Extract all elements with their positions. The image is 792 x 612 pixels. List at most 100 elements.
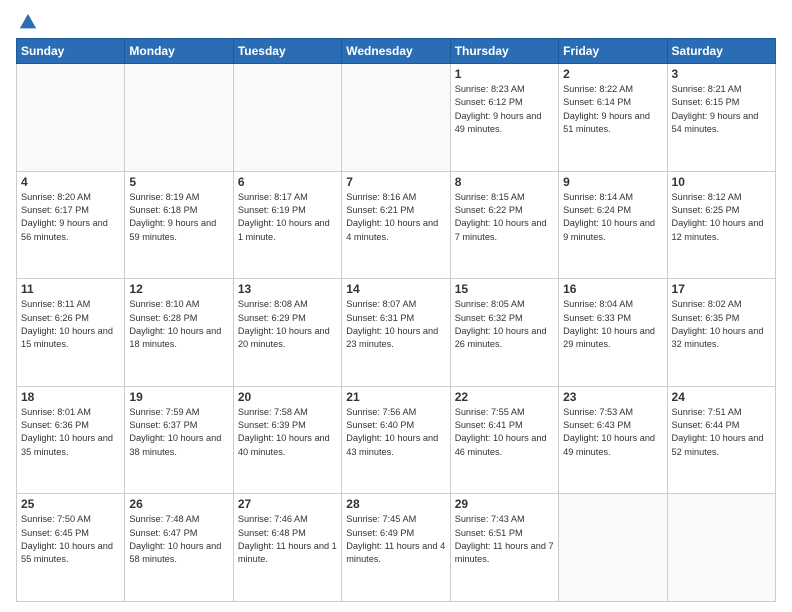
dow-header-monday: Monday <box>125 39 233 64</box>
day-number: 24 <box>672 390 771 404</box>
day-number: 10 <box>672 175 771 189</box>
day-number: 13 <box>238 282 337 296</box>
day-info: Sunrise: 8:02 AM Sunset: 6:35 PM Dayligh… <box>672 298 771 351</box>
day-cell: 3 Sunrise: 8:21 AM Sunset: 6:15 PM Daylig… <box>667 64 775 172</box>
day-info: Sunrise: 8:21 AM Sunset: 6:15 PM Dayligh… <box>672 83 771 136</box>
calendar-page: SundayMondayTuesdayWednesdayThursdayFrid… <box>0 0 792 612</box>
dow-header-tuesday: Tuesday <box>233 39 341 64</box>
day-cell: 10 Sunrise: 8:12 AM Sunset: 6:25 PM Dayli… <box>667 171 775 279</box>
day-number: 29 <box>455 497 554 511</box>
day-info: Sunrise: 8:20 AM Sunset: 6:17 PM Dayligh… <box>21 191 120 244</box>
day-cell <box>233 64 341 172</box>
day-cell: 5Sunrise: 8:19 AM Sunset: 6:18 PM Daylig… <box>125 171 233 279</box>
dow-header-sunday: Sunday <box>17 39 125 64</box>
calendar-body: 1 Sunrise: 8:23 AM Sunset: 6:12 PM Daylig… <box>17 64 776 602</box>
day-info: Sunrise: 8:12 AM Sunset: 6:25 PM Dayligh… <box>672 191 771 244</box>
day-cell: 12Sunrise: 8:10 AM Sunset: 6:28 PM Dayli… <box>125 279 233 387</box>
day-cell <box>559 494 667 602</box>
logo-icon <box>18 12 38 32</box>
day-info: Sunrise: 8:23 AM Sunset: 6:12 PM Dayligh… <box>455 83 554 136</box>
day-cell: 6Sunrise: 8:17 AM Sunset: 6:19 PM Daylig… <box>233 171 341 279</box>
day-info: Sunrise: 7:58 AM Sunset: 6:39 PM Dayligh… <box>238 406 337 459</box>
day-number: 22 <box>455 390 554 404</box>
day-cell: 16 Sunrise: 8:04 AM Sunset: 6:33 PM Dayli… <box>559 279 667 387</box>
day-cell <box>125 64 233 172</box>
day-number: 6 <box>238 175 337 189</box>
day-info: Sunrise: 8:14 AM Sunset: 6:24 PM Dayligh… <box>563 191 662 244</box>
day-info: Sunrise: 7:51 AM Sunset: 6:44 PM Dayligh… <box>672 406 771 459</box>
dow-header-wednesday: Wednesday <box>342 39 450 64</box>
day-info: Sunrise: 7:48 AM Sunset: 6:47 PM Dayligh… <box>129 513 228 566</box>
day-cell: 8 Sunrise: 8:15 AM Sunset: 6:22 PM Daylig… <box>450 171 558 279</box>
day-number: 1 <box>455 67 554 81</box>
day-info: Sunrise: 8:05 AM Sunset: 6:32 PM Dayligh… <box>455 298 554 351</box>
day-number: 7 <box>346 175 445 189</box>
day-cell: 7 Sunrise: 8:16 AM Sunset: 6:21 PM Daylig… <box>342 171 450 279</box>
day-number: 19 <box>129 390 228 404</box>
day-number: 28 <box>346 497 445 511</box>
day-info: Sunrise: 8:08 AM Sunset: 6:29 PM Dayligh… <box>238 298 337 351</box>
day-info: Sunrise: 7:50 AM Sunset: 6:45 PM Dayligh… <box>21 513 120 566</box>
day-info: Sunrise: 7:46 AM Sunset: 6:48 PM Dayligh… <box>238 513 337 566</box>
day-info: Sunrise: 8:22 AM Sunset: 6:14 PM Dayligh… <box>563 83 662 136</box>
day-cell: 28 Sunrise: 7:45 AM Sunset: 6:49 PM Dayli… <box>342 494 450 602</box>
week-row-0: 1 Sunrise: 8:23 AM Sunset: 6:12 PM Daylig… <box>17 64 776 172</box>
day-info: Sunrise: 7:55 AM Sunset: 6:41 PM Dayligh… <box>455 406 554 459</box>
day-number: 4 <box>21 175 120 189</box>
day-number: 21 <box>346 390 445 404</box>
day-number: 26 <box>129 497 228 511</box>
week-row-2: 11 Sunrise: 8:11 AM Sunset: 6:26 PM Dayli… <box>17 279 776 387</box>
day-cell: 19 Sunrise: 7:59 AM Sunset: 6:37 PM Dayli… <box>125 386 233 494</box>
day-number: 2 <box>563 67 662 81</box>
week-row-3: 18Sunrise: 8:01 AM Sunset: 6:36 PM Dayli… <box>17 386 776 494</box>
day-cell: 21 Sunrise: 7:56 AM Sunset: 6:40 PM Dayli… <box>342 386 450 494</box>
day-info: Sunrise: 8:16 AM Sunset: 6:21 PM Dayligh… <box>346 191 445 244</box>
day-info: Sunrise: 8:11 AM Sunset: 6:26 PM Dayligh… <box>21 298 120 351</box>
day-cell: 9 Sunrise: 8:14 AM Sunset: 6:24 PM Daylig… <box>559 171 667 279</box>
day-cell: 14 Sunrise: 8:07 AM Sunset: 6:31 PM Dayli… <box>342 279 450 387</box>
day-number: 11 <box>21 282 120 296</box>
day-cell: 20 Sunrise: 7:58 AM Sunset: 6:39 PM Dayli… <box>233 386 341 494</box>
day-info: Sunrise: 8:19 AM Sunset: 6:18 PM Dayligh… <box>129 191 228 244</box>
dow-header-thursday: Thursday <box>450 39 558 64</box>
day-cell: 23 Sunrise: 7:53 AM Sunset: 6:43 PM Dayli… <box>559 386 667 494</box>
day-info: Sunrise: 8:07 AM Sunset: 6:31 PM Dayligh… <box>346 298 445 351</box>
day-number: 14 <box>346 282 445 296</box>
day-number: 12 <box>129 282 228 296</box>
day-info: Sunrise: 7:53 AM Sunset: 6:43 PM Dayligh… <box>563 406 662 459</box>
day-cell: 22 Sunrise: 7:55 AM Sunset: 6:41 PM Dayli… <box>450 386 558 494</box>
day-info: Sunrise: 7:43 AM Sunset: 6:51 PM Dayligh… <box>455 513 554 566</box>
week-row-4: 25 Sunrise: 7:50 AM Sunset: 6:45 PM Dayli… <box>17 494 776 602</box>
day-cell <box>17 64 125 172</box>
day-cell: 4 Sunrise: 8:20 AM Sunset: 6:17 PM Daylig… <box>17 171 125 279</box>
day-info: Sunrise: 7:59 AM Sunset: 6:37 PM Dayligh… <box>129 406 228 459</box>
day-cell: 11 Sunrise: 8:11 AM Sunset: 6:26 PM Dayli… <box>17 279 125 387</box>
day-cell: 29 Sunrise: 7:43 AM Sunset: 6:51 PM Dayli… <box>450 494 558 602</box>
day-cell: 15 Sunrise: 8:05 AM Sunset: 6:32 PM Dayli… <box>450 279 558 387</box>
day-number: 15 <box>455 282 554 296</box>
day-number: 17 <box>672 282 771 296</box>
day-number: 18 <box>21 390 120 404</box>
day-cell: 26 Sunrise: 7:48 AM Sunset: 6:47 PM Dayli… <box>125 494 233 602</box>
day-cell: 25 Sunrise: 7:50 AM Sunset: 6:45 PM Dayli… <box>17 494 125 602</box>
dow-header-saturday: Saturday <box>667 39 775 64</box>
day-number: 16 <box>563 282 662 296</box>
day-info: Sunrise: 8:04 AM Sunset: 6:33 PM Dayligh… <box>563 298 662 351</box>
day-number: 23 <box>563 390 662 404</box>
day-number: 27 <box>238 497 337 511</box>
day-cell: 27 Sunrise: 7:46 AM Sunset: 6:48 PM Dayli… <box>233 494 341 602</box>
day-number: 9 <box>563 175 662 189</box>
day-number: 25 <box>21 497 120 511</box>
week-row-1: 4 Sunrise: 8:20 AM Sunset: 6:17 PM Daylig… <box>17 171 776 279</box>
day-number: 3 <box>672 67 771 81</box>
day-info: Sunrise: 7:45 AM Sunset: 6:49 PM Dayligh… <box>346 513 445 566</box>
day-cell <box>342 64 450 172</box>
day-number: 8 <box>455 175 554 189</box>
dow-header-friday: Friday <box>559 39 667 64</box>
day-cell: 2 Sunrise: 8:22 AM Sunset: 6:14 PM Daylig… <box>559 64 667 172</box>
day-number: 20 <box>238 390 337 404</box>
day-info: Sunrise: 8:15 AM Sunset: 6:22 PM Dayligh… <box>455 191 554 244</box>
day-of-week-row: SundayMondayTuesdayWednesdayThursdayFrid… <box>17 39 776 64</box>
day-info: Sunrise: 7:56 AM Sunset: 6:40 PM Dayligh… <box>346 406 445 459</box>
calendar-table: SundayMondayTuesdayWednesdayThursdayFrid… <box>16 38 776 602</box>
